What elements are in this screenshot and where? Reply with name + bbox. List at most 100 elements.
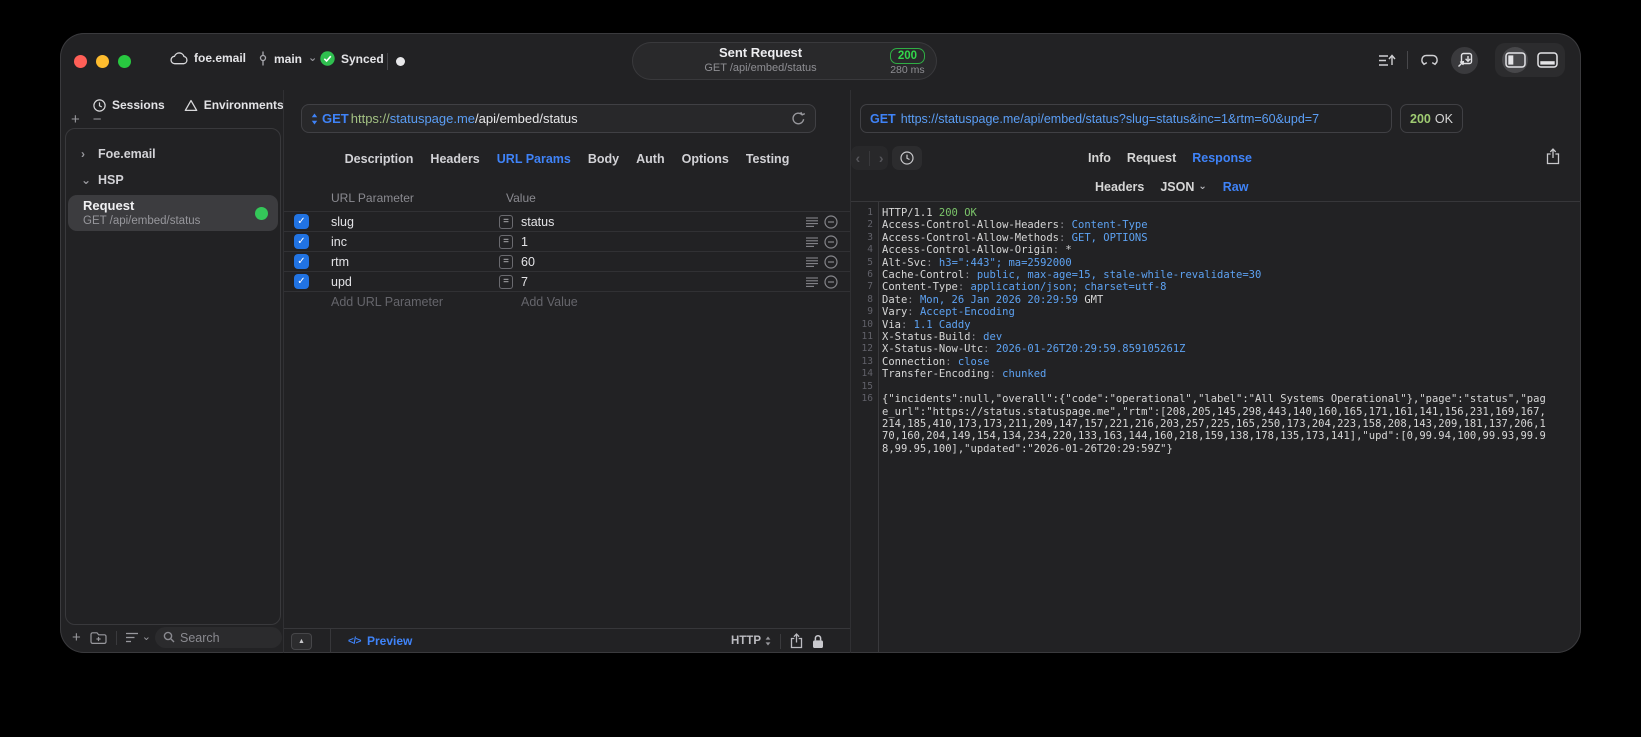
tab-sessions[interactable]: Sessions xyxy=(93,98,165,112)
response-subtab-raw[interactable]: Raw xyxy=(1223,180,1249,194)
line-number: 11 xyxy=(861,331,873,343)
line-number: 1 xyxy=(867,207,873,218)
branch-menu[interactable]: main ⌄ xyxy=(258,51,317,66)
toggle-bottom-panel-button[interactable] xyxy=(1537,52,1558,68)
url-scheme[interactable]: https:// xyxy=(351,111,390,126)
remove-param-icon[interactable] xyxy=(824,255,838,269)
param-name[interactable]: upd xyxy=(331,272,352,292)
line-text: Vary: Accept-Encoding xyxy=(882,306,1015,319)
remove-param-icon[interactable] xyxy=(824,235,838,249)
synced-check-icon xyxy=(320,51,335,66)
import-request-button[interactable] xyxy=(1451,46,1478,74)
new-request-button[interactable]: + xyxy=(72,630,81,645)
request-footer: ▲ </> Preview HTTP xyxy=(284,628,850,653)
history-clock-icon xyxy=(900,151,914,165)
sort-filter-button[interactable]: ⌄ xyxy=(125,632,151,643)
request-tab-description[interactable]: Description xyxy=(345,152,414,166)
toggle-left-sidebar-button[interactable] xyxy=(1502,47,1528,73)
minimize-window-button[interactable] xyxy=(96,55,109,68)
value-options-icon[interactable] xyxy=(806,257,818,268)
back-button[interactable]: ‹ xyxy=(855,150,860,166)
request-status-dot xyxy=(255,206,268,220)
param-value[interactable]: 1 xyxy=(521,232,528,252)
remove-param-icon[interactable] xyxy=(824,275,838,289)
param-checkbox[interactable]: ✓ xyxy=(294,214,309,229)
add-param-row: Add URL Parameter Add Value xyxy=(284,291,850,311)
request-summary-pill[interactable]: Sent Request GET /api/embed/status 200 2… xyxy=(632,42,937,80)
response-tab-response[interactable]: Response xyxy=(1192,151,1252,165)
tab-environments[interactable]: Environments xyxy=(184,98,284,112)
param-checkbox[interactable]: ✓ xyxy=(294,274,309,289)
protocol-select[interactable]: HTTP xyxy=(731,635,771,647)
zoom-window-button[interactable] xyxy=(118,55,131,68)
value-options-icon[interactable] xyxy=(806,277,818,288)
remove-param-icon[interactable] xyxy=(824,215,838,229)
method-select-icon[interactable] xyxy=(311,113,318,125)
param-name[interactable]: slug xyxy=(331,212,354,232)
url-host[interactable]: statuspage.me xyxy=(390,111,475,126)
request-tab-url-params[interactable]: URL Params xyxy=(497,152,571,166)
param-name[interactable]: inc xyxy=(331,232,347,252)
sync-loop-icon[interactable] xyxy=(1419,52,1440,68)
sidebar-item-hsp[interactable]: ⌄ HSP xyxy=(66,167,280,193)
sidebar-item-request[interactable]: Request GET /api/embed/status xyxy=(68,195,278,231)
share-icon[interactable] xyxy=(790,633,803,649)
sidebar-item-foe-email[interactable]: › Foe.email xyxy=(66,141,280,167)
response-tab-info[interactable]: Info xyxy=(1088,151,1111,165)
request-tab-options[interactable]: Options xyxy=(682,152,729,166)
param-checkbox[interactable]: ✓ xyxy=(294,234,309,249)
line-text xyxy=(882,381,1581,393)
chevron-down-icon: ⌄ xyxy=(308,52,318,64)
remove-item-button[interactable]: − xyxy=(93,112,102,127)
method-select[interactable]: GET xyxy=(322,111,349,126)
add-item-button[interactable]: + xyxy=(71,112,80,127)
add-param-name[interactable]: Add URL Parameter xyxy=(331,292,443,312)
response-line: 14 Transfer-Encoding: chunked xyxy=(851,368,1581,380)
request-summary-title: Sent Request xyxy=(718,45,803,60)
response-tabs: Info Request Response xyxy=(1088,146,1252,170)
collapse-panel-button[interactable]: ▲ xyxy=(291,632,312,650)
line-text: Connection: close xyxy=(882,355,990,368)
response-tab-request[interactable]: Request xyxy=(1127,151,1176,165)
response-body-container: 1 HTTP/1.1 200 OK 2 Access-Control-Allow-He… xyxy=(851,202,1581,653)
response-subtabs: Headers JSON ⌄ Raw xyxy=(1095,176,1248,198)
response-subtab-json[interactable]: JSON ⌄ xyxy=(1160,180,1206,194)
param-value[interactable]: 7 xyxy=(521,272,528,292)
param-value[interactable]: status xyxy=(521,212,554,232)
project-menu[interactable]: foe.email xyxy=(170,51,246,65)
line-number: 10 xyxy=(861,318,873,330)
request-tab-body[interactable]: Body xyxy=(588,152,619,166)
forward-button[interactable]: › xyxy=(879,150,884,166)
url-bar[interactable]: GET https://statuspage.me/api/embed/stat… xyxy=(301,104,816,133)
line-number: 2 xyxy=(867,219,873,231)
response-viewer: GET https://statuspage.me/api/embed/stat… xyxy=(850,90,1581,653)
url-path[interactable]: /api/embed/status xyxy=(475,111,578,126)
line-text: Alt-Svc: h3=":443"; ma=2592000 xyxy=(882,256,1072,269)
request-tab-testing[interactable]: Testing xyxy=(746,152,790,166)
add-param-value[interactable]: Add Value xyxy=(521,292,578,312)
param-name[interactable]: rtm xyxy=(331,252,349,272)
lock-icon[interactable] xyxy=(812,634,824,649)
sync-status[interactable]: Synced xyxy=(320,51,384,66)
value-options-icon[interactable] xyxy=(806,217,818,228)
preview-button[interactable]: </> Preview xyxy=(348,634,412,648)
param-checkbox[interactable]: ✓ xyxy=(294,254,309,269)
column-header-name: URL Parameter xyxy=(331,191,414,205)
new-folder-button[interactable] xyxy=(90,631,107,645)
code-icon: </> xyxy=(348,635,361,647)
line-number: 3 xyxy=(867,231,873,243)
export-queue-icon[interactable] xyxy=(1378,53,1396,68)
titlebar-separator xyxy=(387,53,388,70)
response-request-line: GET https://statuspage.me/api/embed/stat… xyxy=(860,104,1392,133)
value-options-icon[interactable] xyxy=(806,237,818,248)
param-value[interactable]: 60 xyxy=(521,252,535,272)
export-response-icon[interactable] xyxy=(1546,148,1560,165)
history-button[interactable] xyxy=(892,146,922,170)
request-tab-auth[interactable]: Auth xyxy=(636,152,664,166)
response-subtab-headers[interactable]: Headers xyxy=(1095,180,1144,194)
request-tab-headers[interactable]: Headers xyxy=(430,152,479,166)
close-window-button[interactable] xyxy=(74,55,87,68)
line-text: Content-Type: application/json; charset=… xyxy=(882,281,1167,294)
resend-request-icon[interactable] xyxy=(791,111,806,126)
response-line: 10 Via: 1.1 Caddy xyxy=(851,319,1581,331)
